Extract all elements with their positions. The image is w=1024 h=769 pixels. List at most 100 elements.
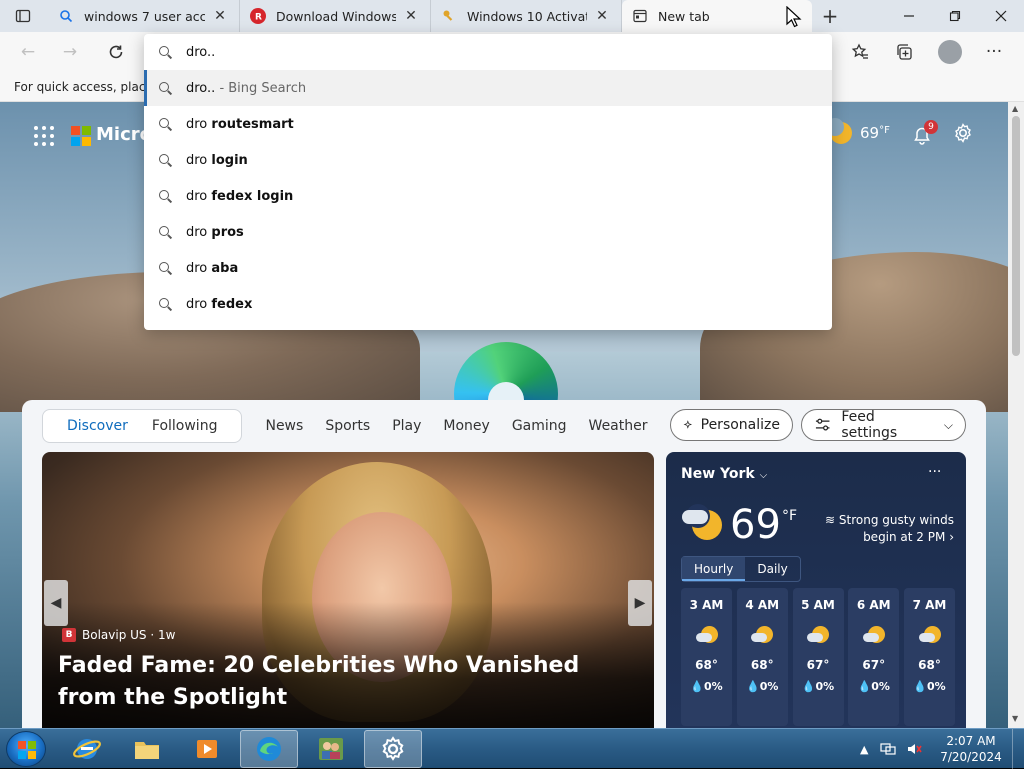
taskbar-users[interactable] (302, 730, 360, 768)
tab-title: Download Windows 7 ( (276, 8, 396, 24)
tab-new-tab[interactable]: New tab (622, 0, 812, 32)
page-scrollbar[interactable]: ▲ ▼ (1008, 102, 1024, 728)
tab-play[interactable]: Play (381, 418, 432, 434)
red-r-icon: R (250, 8, 266, 24)
tab-windows7-user-account[interactable]: windows 7 user account ✕ (48, 0, 240, 32)
refresh-button[interactable] (100, 38, 132, 66)
droplet-icon: 💧 (690, 680, 704, 693)
weather-card[interactable]: New York ⌵ ··· 69 °F ≋ Strong gusty wind… (666, 452, 966, 728)
new-tab-button[interactable]: + (816, 4, 844, 28)
tab-following[interactable]: Following (140, 418, 230, 434)
tab-download-windows7[interactable]: R Download Windows 7 ( ✕ (240, 0, 431, 32)
settings-more-button[interactable]: ··· (978, 38, 1010, 66)
scrollbar-thumb[interactable] (1012, 116, 1020, 356)
minimize-button[interactable] (886, 0, 932, 32)
tab-weather[interactable]: Weather (578, 418, 659, 434)
close-icon[interactable]: ✕ (402, 7, 420, 25)
search-icon (158, 45, 172, 59)
feed-tab-bar: Discover Following News Sports Play Mone… (42, 408, 708, 444)
tab-sports[interactable]: Sports (314, 418, 381, 434)
source-text: Bolavip US · 1w (82, 628, 176, 642)
refresh-icon (109, 45, 123, 59)
search-icon (158, 225, 172, 239)
svg-text:R: R (255, 13, 262, 22)
carousel-next-button[interactable]: ▶ (628, 580, 652, 626)
tab-discover[interactable]: Discover (55, 418, 140, 434)
carousel-prev-button[interactable]: ◀ (44, 580, 68, 626)
tab-strip: windows 7 user account ✕ R Download Wind… (0, 0, 1024, 32)
tab-money[interactable]: Money (432, 418, 500, 434)
close-window-button[interactable] (978, 0, 1024, 32)
suggestion-item[interactable]: dro routesmart (144, 106, 832, 142)
tab-news[interactable]: News (254, 418, 314, 434)
tab-actions-button[interactable] (0, 0, 46, 32)
collections-button[interactable] (888, 38, 920, 66)
personalize-label: Personalize (700, 417, 780, 433)
droplet-icon: 💧 (801, 680, 816, 693)
taskbar-settings[interactable] (364, 730, 422, 768)
tab-windows10-activator[interactable]: Windows 10 Activator - ✕ (431, 0, 622, 32)
droplet-icon: 💧 (857, 680, 872, 693)
tab-daily[interactable]: Daily (745, 557, 799, 581)
address-input[interactable] (186, 44, 686, 60)
windows-logo-icon (18, 741, 36, 759)
network-icon[interactable] (880, 741, 897, 757)
scroll-up-icon[interactable]: ▲ (1012, 104, 1018, 113)
browser-window: windows 7 user account ✕ R Download Wind… (0, 0, 1024, 728)
taskbar-file-explorer[interactable] (118, 730, 176, 768)
taskbar-edge[interactable] (240, 730, 298, 768)
edge-icon (257, 737, 281, 761)
profile-avatar[interactable] (938, 40, 962, 64)
close-icon[interactable]: ✕ (211, 7, 229, 25)
feed-settings-button[interactable]: Feed settings ⌵ (801, 409, 966, 441)
weather-alert[interactable]: ≋ Strong gusty winds begin at 2 PM › (814, 512, 954, 546)
taskbar-media-player[interactable] (178, 730, 236, 768)
weather-location[interactable]: New York ⌵ (681, 466, 767, 482)
forward-button[interactable]: → (54, 38, 86, 66)
scroll-down-icon[interactable]: ▼ (1012, 714, 1018, 723)
partly-cloudy-night-icon (751, 624, 774, 646)
partly-cloudy-night-icon (862, 624, 885, 646)
tab-gaming[interactable]: Gaming (501, 418, 578, 434)
show-desktop-button[interactable] (1012, 729, 1024, 769)
personalize-button[interactable]: Personalize (670, 409, 793, 441)
suggestion-item[interactable]: dro aba (144, 250, 832, 286)
hour-column: 3 AM 68° 💧0% (681, 588, 732, 726)
search-icon (158, 81, 172, 95)
weather-summary[interactable]: 69 °F (826, 118, 890, 144)
windows-taskbar: ▲ 2:07 AM 7/20/2024 (0, 728, 1024, 769)
key-icon (441, 8, 457, 24)
taskbar-clock[interactable]: 2:07 AM 7/20/2024 (936, 733, 1006, 765)
article-title[interactable]: Faded Fame: 20 Celebrities Who Vanished … (58, 650, 638, 714)
weather-more-button[interactable]: ··· (928, 464, 941, 480)
restore-button[interactable] (932, 0, 978, 32)
clock-date: 7/20/2024 (940, 750, 1002, 764)
star-list-icon (851, 43, 868, 59)
minimize-icon (904, 15, 914, 17)
start-button[interactable] (6, 731, 46, 767)
weather-unit: °F (879, 124, 890, 136)
close-icon[interactable]: ✕ (593, 7, 611, 25)
suggestion-item[interactable]: dro login (144, 142, 832, 178)
arrow-left-icon: ← (20, 42, 36, 62)
search-icon (158, 153, 172, 167)
address-bar[interactable] (144, 34, 832, 70)
app-launcher-icon[interactable] (34, 126, 54, 146)
back-button[interactable]: ← (12, 38, 44, 66)
suggestion-item[interactable]: dro fedex (144, 286, 832, 322)
suggestion-item[interactable]: dro.. - Bing Search (144, 70, 832, 106)
hero-article[interactable]: ◀ ▶ B Bolavip US · 1w Faded Fame: 20 Cel… (42, 452, 654, 728)
suggestion-item[interactable]: dro fedex login (144, 178, 832, 214)
tab-hourly[interactable]: Hourly (682, 557, 746, 581)
favorites-button[interactable] (844, 38, 876, 66)
weather-card-temp: 69 (730, 502, 781, 548)
gear-icon[interactable] (952, 122, 974, 150)
taskbar-internet-explorer[interactable] (58, 730, 116, 768)
volume-muted-icon[interactable] (906, 741, 923, 757)
notification-badge: 9 (924, 120, 938, 134)
caret-up-icon[interactable]: ▲ (860, 743, 868, 756)
hour-column: 5 AM 67° 💧0% (792, 588, 844, 726)
microsoft-logo-icon (71, 126, 91, 146)
suggestion-item[interactable]: dro pros (144, 214, 832, 250)
arrow-right-icon: → (62, 42, 78, 62)
